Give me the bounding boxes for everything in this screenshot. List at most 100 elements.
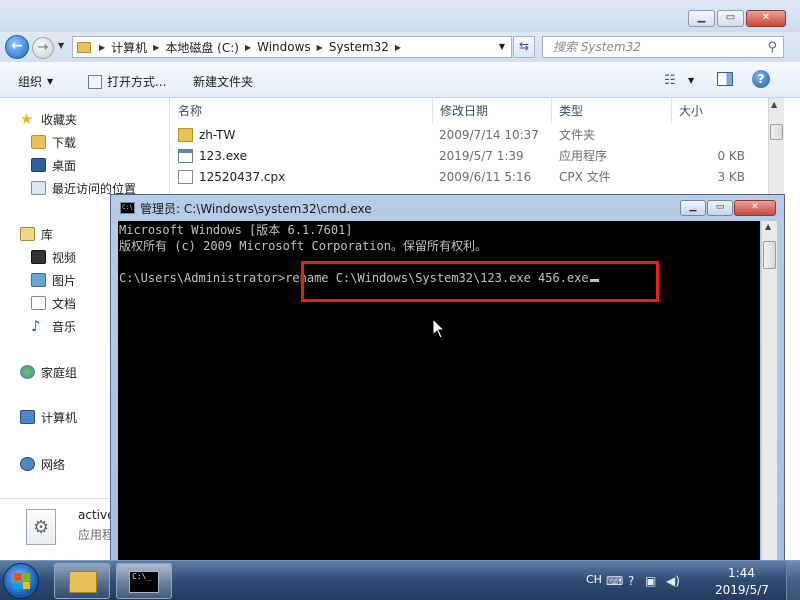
- command-bar: 组织 ▼ 打开方式... 新建文件夹 ☷ ▼ ?: [0, 62, 800, 98]
- file-row[interactable]: 12520437.cpx 2009/6/11 5:16 CPX 文件 3 KB: [178, 167, 768, 188]
- taskbar-cmd-button[interactable]: C:\_: [116, 563, 172, 599]
- nav-homegroup[interactable]: 家庭组: [20, 363, 77, 381]
- file-row[interactable]: zh-TW 2009/7/14 10:37 文件夹: [178, 125, 768, 146]
- view-dropdown-icon[interactable]: ▼: [688, 76, 694, 85]
- nav-music-label: 音乐: [52, 319, 77, 334]
- breadcrumb-windows[interactable]: Windows: [257, 40, 311, 54]
- keyboard-icon[interactable]: ⌨: [606, 574, 623, 588]
- folder-icon: [178, 128, 193, 142]
- settings-file-icon: [26, 509, 56, 545]
- address-dropdown-icon[interactable]: ▼: [499, 42, 505, 51]
- nav-libraries[interactable]: 库: [20, 225, 53, 243]
- nav-downloads[interactable]: 下载: [31, 133, 76, 151]
- file-name: zh-TW: [199, 128, 236, 142]
- cmd-minimize-button[interactable]: ▁: [680, 200, 706, 216]
- nav-network[interactable]: 网络: [20, 455, 65, 473]
- nav-videos[interactable]: 视频: [31, 248, 76, 266]
- breadcrumb-separator-icon[interactable]: ▶: [153, 43, 159, 52]
- column-header-size[interactable]: 大小: [671, 98, 703, 124]
- open-with-label: 打开方式...: [107, 75, 167, 89]
- nav-music[interactable]: ♪ 音乐: [31, 317, 76, 335]
- organize-button[interactable]: 组织 ▼: [18, 73, 53, 90]
- file-name: 12520437.cpx: [199, 170, 286, 184]
- nav-desktop[interactable]: 桌面: [31, 156, 76, 174]
- forward-button[interactable]: →: [32, 37, 54, 59]
- breadcrumb-computer[interactable]: 计算机: [111, 39, 147, 56]
- close-button[interactable]: ✕: [746, 10, 786, 27]
- folder-icon: [77, 41, 91, 53]
- network-icon: [20, 457, 35, 471]
- folder-icon: [69, 571, 97, 593]
- organize-label: 组织: [18, 75, 43, 89]
- computer-icon: [20, 410, 35, 424]
- column-header-type[interactable]: 类型: [551, 98, 583, 124]
- library-icon: [20, 227, 35, 241]
- start-button[interactable]: [3, 563, 39, 599]
- explorer-titlebar[interactable]: ▁ ▭ ✕: [0, 0, 800, 32]
- search-input[interactable]: 搜索 System32 ⚲: [542, 36, 784, 58]
- column-header-name[interactable]: 名称: [178, 98, 202, 124]
- cmd-close-button[interactable]: ✕: [734, 200, 776, 216]
- clock-date[interactable]: 2019/5/7: [715, 583, 769, 597]
- column-header-date[interactable]: 修改日期: [432, 98, 488, 124]
- maximize-button[interactable]: ▭: [717, 10, 744, 27]
- view-options-icon[interactable]: ☷: [664, 73, 676, 88]
- scrollbar-thumb[interactable]: [763, 241, 776, 269]
- refresh-button[interactable]: ⇆: [513, 36, 535, 58]
- taskbar-explorer-button[interactable]: [54, 563, 110, 599]
- scroll-up-icon[interactable]: ▲: [765, 222, 771, 231]
- help-icon[interactable]: ?: [752, 70, 770, 88]
- network-tray-icon[interactable]: ▣: [645, 574, 656, 588]
- breadcrumb-separator-icon[interactable]: ▶: [317, 43, 323, 52]
- file-date: 2009/7/14 10:37: [439, 128, 539, 142]
- nav-favorites[interactable]: ★ 收藏夹: [20, 110, 77, 128]
- search-icon[interactable]: ⚲: [767, 38, 777, 58]
- cmd-window: C:\ 管理员: C:\Windows\system32\cmd.exe ▁ ▭…: [110, 194, 785, 561]
- nav-videos-label: 视频: [52, 250, 77, 265]
- history-dropdown-icon[interactable]: ▼: [58, 41, 64, 50]
- back-button[interactable]: ←: [5, 35, 29, 59]
- picture-icon: [31, 273, 46, 287]
- nav-documents[interactable]: 文档: [31, 294, 76, 312]
- console-scrollbar[interactable]: ▲: [761, 221, 777, 561]
- clock-time[interactable]: 1:44: [728, 566, 755, 580]
- file-row[interactable]: 123.exe 2019/5/7 1:39 应用程序 0 KB: [178, 146, 768, 167]
- file-date: 2019/5/7 1:39: [439, 149, 524, 163]
- input-language-indicator[interactable]: CH: [586, 573, 602, 586]
- cmd-titlebar[interactable]: C:\ 管理员: C:\Windows\system32\cmd.exe ▁ ▭…: [111, 195, 784, 221]
- document-icon: [31, 296, 46, 310]
- cmd-icon: C:\: [120, 202, 135, 214]
- file-size: 0 KB: [717, 149, 745, 163]
- desktop-icon: [31, 158, 46, 172]
- preview-pane-icon[interactable]: [717, 72, 733, 86]
- breadcrumb-system32[interactable]: System32: [329, 40, 389, 54]
- cmd-maximize-button[interactable]: ▭: [707, 200, 733, 216]
- breadcrumb-separator-icon[interactable]: ▶: [395, 43, 401, 52]
- new-folder-label: 新建文件夹: [193, 75, 254, 89]
- nav-favorites-label: 收藏夹: [41, 112, 78, 127]
- nav-pictures[interactable]: 图片: [31, 271, 76, 289]
- help-tray-icon[interactable]: ?: [628, 574, 634, 588]
- mouse-pointer-icon: [432, 317, 446, 339]
- breadcrumb-local-disk[interactable]: 本地磁盘 (C:): [165, 39, 239, 56]
- system-tray: CH ⌨ ? ▣ ◀) 1:44 2019/5/7: [580, 561, 800, 600]
- nav-documents-label: 文档: [52, 296, 77, 311]
- file-date: 2009/6/11 5:16: [439, 170, 532, 184]
- volume-icon[interactable]: ◀): [666, 574, 680, 588]
- scroll-up-icon[interactable]: ▲: [771, 100, 777, 109]
- file-list-scrollbar[interactable]: ▲: [768, 98, 784, 198]
- scrollbar-thumb[interactable]: [770, 124, 783, 140]
- open-with-button[interactable]: 打开方式...: [88, 73, 166, 90]
- nav-computer[interactable]: 计算机: [20, 408, 77, 426]
- address-bar[interactable]: ▶ 计算机 ▶ 本地磁盘 (C:) ▶ Windows ▶ System32 ▶…: [72, 36, 512, 58]
- show-desktop-button[interactable]: [786, 561, 800, 600]
- minimize-button[interactable]: ▁: [688, 10, 715, 27]
- breadcrumb-separator-icon[interactable]: ▶: [99, 43, 105, 52]
- homegroup-icon: [20, 365, 35, 379]
- console-line: Microsoft Windows [版本 6.1.7601]: [119, 223, 353, 237]
- breadcrumb-separator-icon[interactable]: ▶: [245, 43, 251, 52]
- nav-downloads-label: 下载: [52, 135, 77, 150]
- new-folder-button[interactable]: 新建文件夹: [193, 73, 253, 90]
- nav-network-label: 网络: [41, 457, 66, 472]
- nav-libraries-label: 库: [41, 227, 54, 242]
